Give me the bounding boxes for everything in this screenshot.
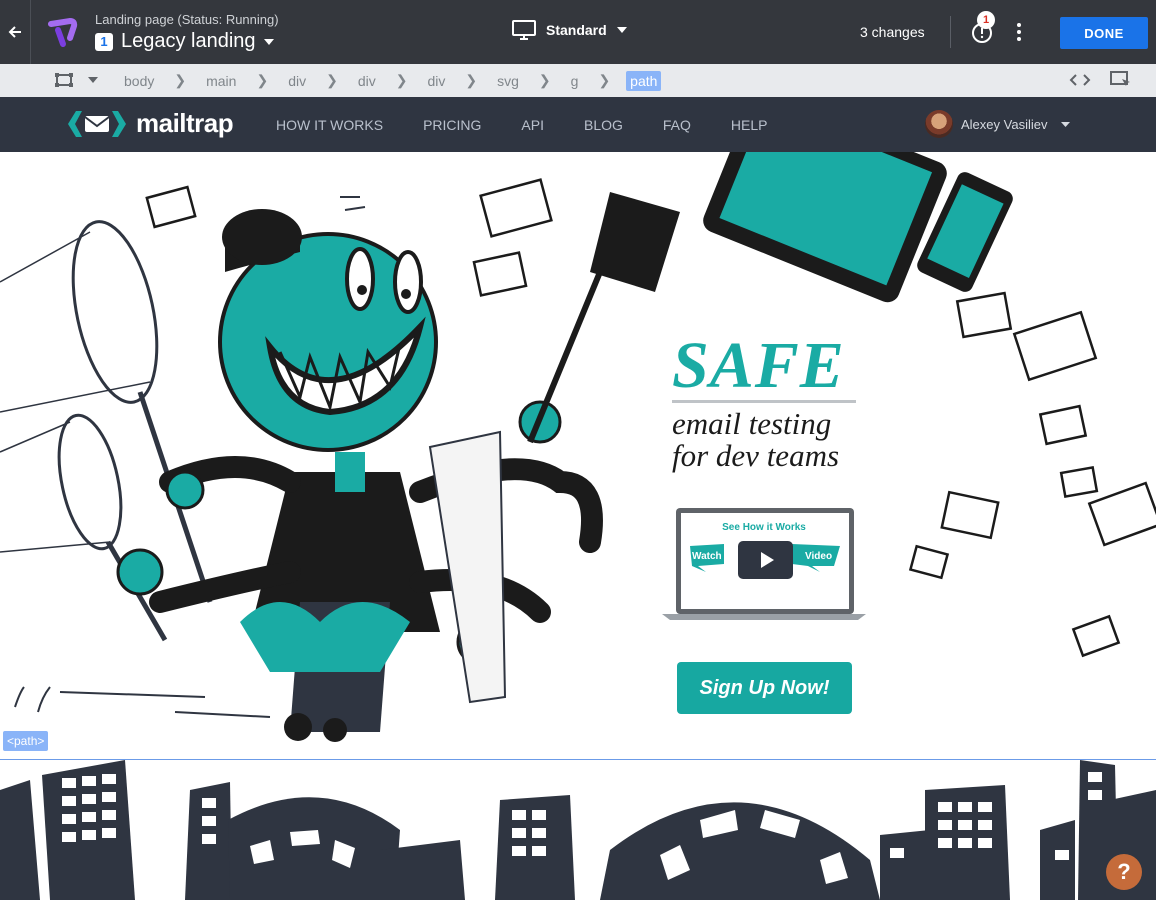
video-watch-label: Watch: [692, 551, 722, 562]
chevron-right-icon: ❯: [465, 72, 478, 88]
nav-help[interactable]: HELP: [731, 117, 768, 133]
more-vert-icon: [1017, 23, 1021, 41]
user-name: Alexey Vasiliev: [961, 116, 1048, 132]
crumb-div[interactable]: div: [354, 73, 380, 89]
hero-tagline-line-2: for dev teams: [672, 438, 840, 473]
breadcrumb: body ❯ main ❯ div ❯ div ❯ div ❯ svg ❯ g ❯ path: [120, 64, 662, 97]
nav-api[interactable]: API: [521, 117, 544, 133]
warning-count-badge: 1: [977, 11, 995, 29]
chevron-right-icon: ❯: [174, 72, 187, 88]
crumb-main[interactable]: main: [202, 73, 240, 89]
code-icon: [1069, 74, 1091, 86]
hero-tagline-line-1: email testing: [672, 406, 832, 441]
avatar: [925, 110, 953, 138]
inspect-element-button[interactable]: [1110, 71, 1132, 94]
device-label: Standard: [546, 22, 607, 38]
caret-down-icon: [263, 38, 274, 45]
select-frame-icon: [55, 73, 73, 87]
more-options-button[interactable]: [1016, 22, 1022, 47]
crumb-path-selected[interactable]: path: [626, 70, 662, 91]
code-view-button[interactable]: [1069, 72, 1091, 93]
fly-swatter-icon: [527, 192, 680, 444]
chevron-right-icon: ❯: [598, 72, 611, 88]
experience-name: Legacy landing: [121, 30, 256, 52]
experience-number-badge: 1: [95, 32, 113, 51]
mailtrap-logo[interactable]: mailtrap: [66, 108, 234, 139]
changes-count[interactable]: 3 changes: [860, 24, 925, 40]
optimize-logo-icon: [48, 17, 78, 53]
hero-tagline: email testing for dev teams: [672, 408, 839, 472]
element-breadcrumb-bar: body ❯ main ❯ div ❯ div ❯ div ❯ svg ❯ g ❯ path: [0, 64, 1156, 98]
chevron-right-icon: ❯: [538, 72, 551, 88]
crumb-div[interactable]: div: [423, 73, 449, 89]
experience-status: Landing page (Status: Running): [95, 12, 279, 27]
video-video-label: Video: [805, 551, 833, 562]
hero-title-underline: [672, 400, 856, 403]
back-button[interactable]: [0, 0, 31, 64]
nav-blog[interactable]: BLOG: [584, 117, 623, 133]
tablet-icon: [703, 152, 947, 303]
chevron-right-icon: ❯: [256, 72, 269, 88]
arrow-left-icon: [8, 26, 21, 38]
help-chat-button[interactable]: ?: [1106, 854, 1142, 890]
crumb-g[interactable]: g: [567, 73, 583, 89]
crumb-div[interactable]: div: [284, 73, 310, 89]
experience-selector[interactable]: 1 Legacy landing: [95, 30, 274, 53]
hero-illustration: [0, 152, 1156, 742]
selected-element-tag: <path>: [3, 731, 49, 751]
done-button[interactable]: DONE: [1060, 17, 1148, 49]
toolbar-divider: [950, 16, 951, 48]
logo-text: mailtrap: [136, 108, 234, 138]
nav-how-it-works[interactable]: HOW IT WORKS: [276, 117, 383, 133]
nav-faq[interactable]: FAQ: [663, 117, 691, 133]
caret-down-icon: [1061, 121, 1071, 127]
butterfly-net-icon: [0, 220, 213, 642]
newspaper-icon: [428, 430, 507, 704]
video-title: See How it Works: [722, 522, 806, 533]
nav-pricing[interactable]: PRICING: [423, 117, 481, 133]
chevron-right-icon: ❯: [395, 72, 408, 88]
caret-down-icon: [616, 27, 627, 33]
caret-down-icon: [88, 77, 98, 83]
crumb-body[interactable]: body: [120, 73, 158, 89]
city-skyline-illustration: [0, 760, 1156, 900]
chevron-right-icon: ❯: [326, 72, 338, 88]
mailtrap-envelope-icon: [68, 110, 126, 137]
user-menu[interactable]: Alexey Vasiliev: [925, 110, 1071, 138]
hero-title: SAFE: [672, 329, 845, 402]
crumb-svg[interactable]: svg: [493, 73, 523, 89]
site-nav-links: HOW IT WORKS PRICING API BLOG FAQ HELP: [276, 97, 808, 152]
editor-toolbar: Landing page (Status: Running) 1 Legacy …: [0, 0, 1156, 64]
cursor-select-icon: [1110, 71, 1130, 86]
device-selector[interactable]: Standard: [512, 20, 627, 40]
monitor-icon: [512, 20, 536, 40]
sign-up-button[interactable]: Sign Up Now!: [677, 662, 852, 714]
selection-mode-button[interactable]: [54, 72, 98, 88]
mascot-character: [116, 209, 603, 742]
video-laptop[interactable]: See How it Works Watch Video: [662, 508, 866, 620]
